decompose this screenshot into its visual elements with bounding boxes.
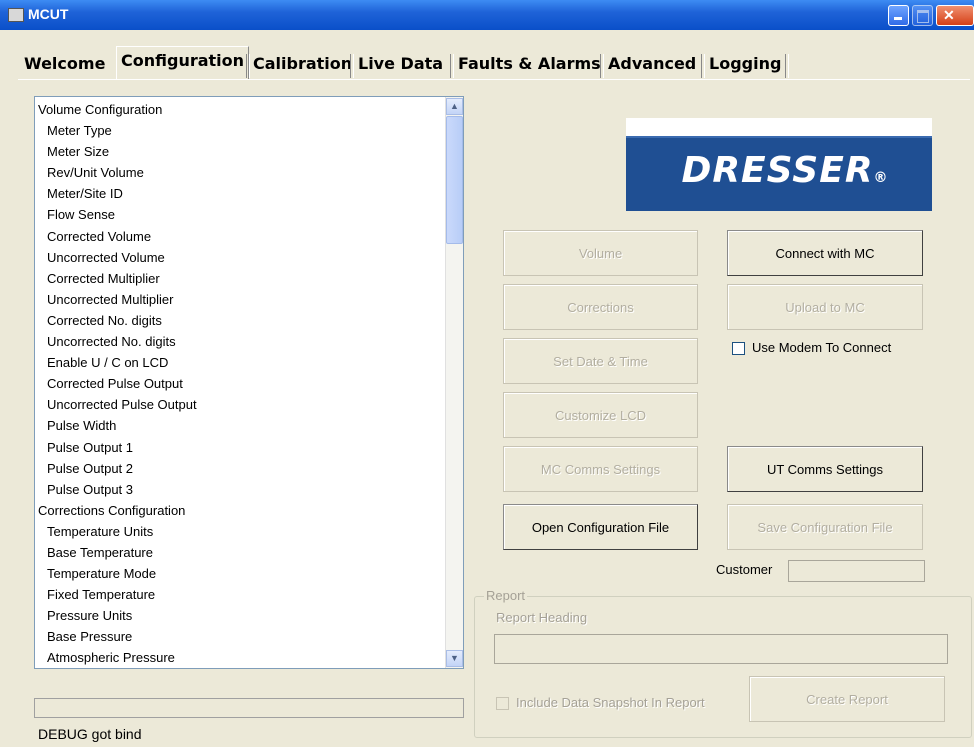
- list-item[interactable]: Pressure Units: [35, 605, 463, 626]
- open-configuration-file-button[interactable]: Open Configuration File: [503, 504, 698, 550]
- title-bar: MCUT: [0, 0, 974, 30]
- list-item[interactable]: Meter Type: [35, 120, 463, 141]
- customize-lcd-button[interactable]: Customize LCD: [503, 392, 698, 438]
- list-item[interactable]: Fixed Temperature: [35, 584, 463, 605]
- volume-button-label: Volume: [578, 245, 623, 261]
- use-modem-label: Use Modem To Connect: [752, 340, 892, 355]
- corrections-button-label: Corrections: [567, 299, 634, 315]
- use-modem-checkbox[interactable]: [732, 342, 745, 355]
- create-report-button[interactable]: Create Report: [749, 676, 945, 722]
- panel-border: [18, 79, 970, 80]
- list-item[interactable]: Uncorrected No. digits: [35, 331, 463, 352]
- customize-lcd-button-label: Customize LCD: [554, 407, 647, 423]
- maximize-button[interactable]: [912, 5, 933, 26]
- tab-advanced[interactable]: Advanced: [604, 50, 700, 78]
- upload-button-label: Upload to MC: [785, 299, 865, 315]
- mc-comms-settings-button[interactable]: MC Comms Settings: [503, 446, 698, 492]
- minimize-button[interactable]: [888, 5, 909, 26]
- list-item[interactable]: Meter Size: [35, 141, 463, 162]
- list-item[interactable]: Temperature Units: [35, 521, 463, 542]
- list-item[interactable]: Corrected Multiplier: [35, 268, 463, 289]
- tab-welcome[interactable]: Welcome: [20, 50, 109, 78]
- list-item[interactable]: Enable U / C on LCD: [35, 352, 463, 373]
- include-snapshot-label: Include Data Snapshot In Report: [516, 695, 705, 710]
- list-item[interactable]: Corrected Pulse Output: [35, 373, 463, 394]
- tab-live-data[interactable]: Live Data: [354, 50, 447, 78]
- customer-label: Customer: [716, 562, 773, 577]
- corrections-button[interactable]: Corrections: [503, 284, 698, 330]
- open-config-button-label: Open Configuration File: [531, 519, 670, 535]
- upload-to-mc-button[interactable]: Upload to MC: [727, 284, 923, 330]
- list-item[interactable]: Uncorrected Pulse Output: [35, 394, 463, 415]
- list-item[interactable]: Pulse Output 3: [35, 479, 463, 500]
- list-item[interactable]: Atmospheric Pressure: [35, 647, 463, 668]
- logo-stripe: [626, 136, 932, 138]
- list-item[interactable]: Base Temperature: [35, 542, 463, 563]
- volume-button[interactable]: Volume: [503, 230, 698, 276]
- list-item[interactable]: Pulse Width: [35, 415, 463, 436]
- tab-configuration[interactable]: Configuration: [116, 46, 250, 79]
- connect-button-label: Connect with MC: [775, 245, 875, 261]
- tab-separator: [785, 54, 789, 78]
- tab-calibration[interactable]: Calibration: [249, 50, 356, 78]
- list-item[interactable]: Flow Sense: [35, 204, 463, 225]
- report-heading-field[interactable]: [494, 634, 948, 664]
- list-item[interactable]: Uncorrected Volume: [35, 247, 463, 268]
- list-item[interactable]: Pulse Output 2: [35, 458, 463, 479]
- save-configuration-file-button[interactable]: Save Configuration File: [727, 504, 923, 550]
- close-button[interactable]: [936, 5, 974, 26]
- logo-text: DRESSER®: [642, 150, 928, 191]
- list-item[interactable]: Uncorrected Multiplier: [35, 289, 463, 310]
- dresser-logo: DRESSER®: [626, 118, 932, 211]
- scroll-thumb[interactable]: [446, 116, 463, 244]
- include-snapshot-checkbox[interactable]: [496, 697, 509, 710]
- scroll-down-arrow-icon[interactable]: ▼: [446, 650, 463, 667]
- progress-bar: [34, 698, 464, 718]
- status-text: DEBUG got bind: [38, 726, 142, 742]
- logo-stripe: [626, 118, 932, 136]
- list-scrollbar[interactable]: ▲ ▼: [445, 97, 463, 668]
- ut-comms-button-label: UT Comms Settings: [766, 461, 884, 477]
- ut-comms-settings-button[interactable]: UT Comms Settings: [727, 446, 923, 492]
- mc-comms-button-label: MC Comms Settings: [540, 461, 661, 477]
- save-config-button-label: Save Configuration File: [757, 519, 893, 535]
- list-item[interactable]: Rev/Unit Volume: [35, 162, 463, 183]
- list-item[interactable]: Pulse Output 1: [35, 437, 463, 458]
- list-item[interactable]: Meter/Site ID: [35, 183, 463, 204]
- list-item[interactable]: Corrected Volume: [35, 226, 463, 247]
- connect-with-mc-button[interactable]: Connect with MC: [727, 230, 923, 276]
- list-item[interactable]: Volume Configuration: [35, 99, 463, 120]
- set-date-time-button[interactable]: Set Date & Time: [503, 338, 698, 384]
- customer-field[interactable]: [788, 560, 925, 582]
- tab-faults-alarms[interactable]: Faults & Alarms: [454, 50, 605, 78]
- scroll-up-arrow-icon[interactable]: ▲: [446, 98, 463, 115]
- window-title: MCUT: [28, 6, 69, 22]
- tab-logging[interactable]: Logging: [705, 50, 785, 78]
- list-item[interactable]: Temperature Mode: [35, 563, 463, 584]
- logo-word: DRESSER: [681, 150, 874, 191]
- parameter-list[interactable]: Volume Configuration Meter Type Meter Si…: [34, 96, 464, 669]
- list-item[interactable]: Base Pressure: [35, 626, 463, 647]
- list-item[interactable]: Corrected No. digits: [35, 310, 463, 331]
- create-report-button-label: Create Report: [806, 691, 888, 707]
- list-item[interactable]: Corrections Configuration: [35, 500, 463, 521]
- report-group-legend: Report: [484, 588, 528, 603]
- set-date-button-label: Set Date & Time: [553, 353, 648, 369]
- app-icon: [8, 8, 24, 22]
- logo-registered-mark: ®: [873, 170, 889, 186]
- report-heading-label: Report Heading: [496, 610, 588, 625]
